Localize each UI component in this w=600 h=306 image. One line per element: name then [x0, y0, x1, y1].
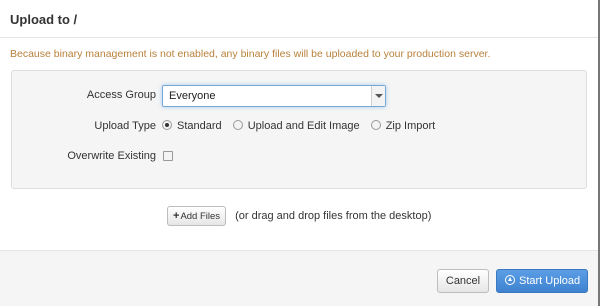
overwrite-label: Overwrite Existing — [67, 150, 156, 162]
radio-standard-label: Standard — [177, 120, 222, 132]
upload-type-row: Upload Type Standard Upload and Edit Ima… — [12, 116, 586, 138]
start-upload-button[interactable]: Start Upload — [496, 269, 588, 293]
dialog-footer: Cancel Start Upload — [0, 250, 598, 306]
binary-notice: Because binary management is not enabled… — [10, 48, 491, 60]
access-group-row: Access Group Everyone — [12, 85, 586, 107]
overwrite-row: Overwrite Existing — [12, 146, 586, 168]
radio-zip-import-label: Zip Import — [385, 120, 436, 132]
upload-options-panel: Access Group Everyone Upload Type Standa… — [11, 70, 587, 189]
drag-drop-hint: (or drag and drop files from the desktop… — [235, 210, 432, 222]
upload-type-label: Upload Type — [94, 120, 156, 132]
start-upload-label: Start Upload — [519, 275, 581, 287]
access-group-select[interactable]: Everyone — [162, 85, 386, 107]
radio-zip-import-indicator[interactable] — [370, 120, 381, 130]
dialog-title: Upload to / — [10, 12, 78, 27]
add-files-row: +Add Files (or drag and drop files from … — [167, 206, 431, 226]
radio-upload-edit-image[interactable]: Upload and Edit Image — [232, 120, 360, 132]
access-group-value: Everyone — [169, 90, 216, 102]
radio-standard[interactable]: Standard — [162, 120, 222, 132]
cancel-button[interactable]: Cancel — [437, 269, 489, 293]
upload-type-options: Standard Upload and Edit Image Zip Impor… — [162, 120, 443, 132]
radio-zip-import[interactable]: Zip Import — [370, 120, 436, 132]
upload-dialog: Upload to / Because binary management is… — [0, 0, 600, 306]
dialog-header: Upload to / — [0, 0, 598, 38]
overwrite-checkbox[interactable] — [163, 151, 173, 161]
access-group-label: Access Group — [86, 89, 156, 101]
radio-standard-indicator[interactable] — [162, 120, 172, 130]
chevron-down-icon[interactable] — [371, 86, 385, 106]
add-files-button[interactable]: +Add Files — [167, 206, 227, 226]
add-files-label: Add Files — [180, 211, 221, 222]
radio-upload-edit-image-label: Upload and Edit Image — [247, 120, 360, 132]
upload-icon — [505, 275, 515, 285]
radio-upload-edit-image-indicator[interactable] — [232, 120, 243, 130]
plus-icon: + — [173, 210, 180, 222]
